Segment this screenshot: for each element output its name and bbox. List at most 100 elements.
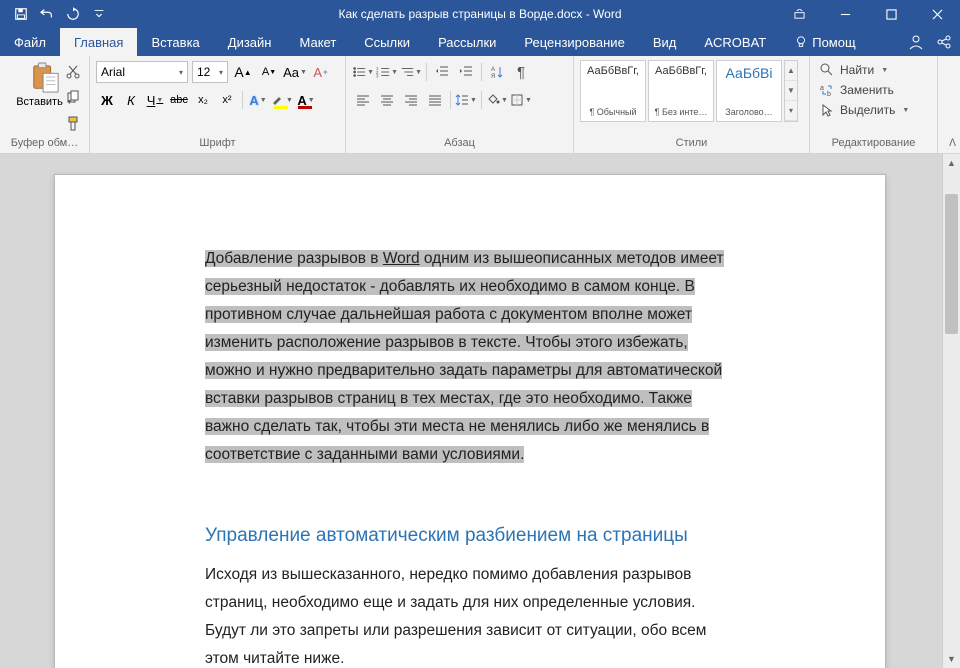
undo-icon bbox=[40, 7, 54, 21]
format-painter-button[interactable] bbox=[63, 114, 83, 134]
ribbon-options-button[interactable] bbox=[776, 0, 822, 28]
brush-icon bbox=[65, 116, 81, 132]
minimize-button[interactable] bbox=[822, 0, 868, 28]
text-effects-button[interactable]: A▼ bbox=[247, 89, 269, 111]
undo-button[interactable] bbox=[34, 0, 60, 28]
scissors-icon bbox=[65, 64, 81, 80]
redo-icon bbox=[66, 7, 80, 21]
chevron-down-icon: ▼ bbox=[501, 97, 508, 104]
save-button[interactable] bbox=[8, 0, 34, 28]
maximize-button[interactable] bbox=[868, 0, 914, 28]
font-name-combo[interactable]: Arial▾ bbox=[96, 61, 188, 83]
select-button[interactable]: Выделить▼ bbox=[816, 100, 931, 120]
document-page[interactable]: Добавление разрывов в Word одним из выше… bbox=[54, 174, 886, 668]
paragraph-selected[interactable]: Добавление разрывов в Word одним из выше… bbox=[205, 245, 735, 469]
borders-button[interactable]: ▼ bbox=[510, 89, 532, 111]
group-font-label: Шрифт bbox=[96, 137, 339, 151]
chevron-down-icon: ▾ bbox=[219, 68, 223, 77]
search-icon bbox=[820, 63, 834, 77]
line-spacing-button[interactable]: ▼ bbox=[455, 89, 477, 111]
outdent-icon bbox=[435, 65, 449, 79]
clear-formatting-button[interactable]: A✦ bbox=[310, 61, 332, 83]
justify-button[interactable] bbox=[424, 89, 446, 111]
tab-file[interactable]: Файл bbox=[0, 28, 60, 56]
italic-button[interactable]: К bbox=[120, 89, 142, 111]
tab-layout[interactable]: Макет bbox=[285, 28, 350, 56]
close-icon bbox=[932, 9, 943, 20]
underline-button[interactable]: Ч▼ bbox=[144, 89, 166, 111]
document-title: Как сделать разрыв страницы в Ворде.docx… bbox=[338, 0, 621, 28]
sort-icon: AЯ bbox=[490, 65, 504, 79]
redo-button[interactable] bbox=[60, 0, 86, 28]
paragraph-body[interactable]: Исходя из вышесказанного, нередко помимо… bbox=[205, 561, 735, 668]
style-heading1[interactable]: АаБбВі Заголово… bbox=[716, 60, 782, 122]
tab-design[interactable]: Дизайн bbox=[214, 28, 286, 56]
scroll-up-button[interactable]: ▲ bbox=[943, 154, 960, 172]
copy-icon bbox=[65, 90, 81, 106]
scroll-down-button[interactable]: ▼ bbox=[943, 650, 960, 668]
chevron-down-icon: ▼ bbox=[881, 67, 888, 74]
align-center-button[interactable] bbox=[376, 89, 398, 111]
align-left-button[interactable] bbox=[352, 89, 374, 111]
paste-label: Вставить bbox=[16, 96, 63, 108]
cut-button[interactable] bbox=[63, 62, 83, 82]
highlight-button[interactable]: ▼ bbox=[271, 89, 293, 111]
chevron-down-icon: ▼ bbox=[525, 97, 532, 104]
collapse-ribbon-button[interactable]: ᐱ bbox=[949, 138, 956, 149]
style-no-spacing[interactable]: АаБбВвГг, ¶ Без инте… bbox=[648, 60, 714, 122]
copy-button[interactable] bbox=[63, 88, 83, 108]
align-right-button[interactable] bbox=[400, 89, 422, 111]
tab-review[interactable]: Рецензирование bbox=[510, 28, 638, 56]
font-color-button[interactable]: A▼ bbox=[295, 89, 317, 111]
tab-acrobat[interactable]: ACROBAT bbox=[690, 28, 780, 56]
subscript-button[interactable]: x₂ bbox=[192, 89, 214, 111]
decrease-indent-button[interactable] bbox=[431, 61, 453, 83]
titlebar: Как сделать разрыв страницы в Ворде.docx… bbox=[0, 0, 960, 28]
style-normal[interactable]: АаБбВвГг, ¶ Обычный bbox=[580, 60, 646, 122]
find-button[interactable]: Найти▼ bbox=[816, 60, 931, 80]
increase-indent-button[interactable] bbox=[455, 61, 477, 83]
justify-icon bbox=[428, 94, 442, 106]
group-clipboard-label: Буфер обм… bbox=[6, 137, 83, 151]
ribbon-options-icon bbox=[794, 9, 805, 20]
sort-button[interactable]: AЯ bbox=[486, 61, 508, 83]
line-spacing-icon bbox=[455, 93, 469, 107]
separator bbox=[481, 63, 482, 81]
shrink-font-button[interactable]: A▼ bbox=[258, 61, 280, 83]
tab-references[interactable]: Ссылки bbox=[350, 28, 424, 56]
tell-me[interactable]: Помощ bbox=[780, 28, 869, 56]
numbering-button[interactable]: 123▼ bbox=[376, 61, 398, 83]
tab-insert[interactable]: Вставка bbox=[137, 28, 213, 56]
share-icon[interactable] bbox=[936, 34, 952, 50]
vertical-scrollbar[interactable]: ▲ ▼ bbox=[942, 154, 960, 668]
replace-icon: ab bbox=[820, 83, 834, 97]
strikethrough-button[interactable]: abc bbox=[168, 89, 190, 111]
tab-view[interactable]: Вид bbox=[639, 28, 691, 56]
replace-button[interactable]: ab Заменить bbox=[816, 80, 931, 100]
align-right-icon bbox=[404, 94, 418, 106]
change-case-button[interactable]: Aa▼ bbox=[284, 61, 306, 83]
heading-2[interactable]: Управление автоматическим разбиением на … bbox=[205, 525, 735, 547]
styles-expand[interactable]: ▾ bbox=[785, 101, 797, 121]
styles-scroll-up[interactable]: ▲ bbox=[785, 61, 797, 81]
group-paragraph-label: Абзац bbox=[352, 137, 567, 151]
svg-text:A: A bbox=[491, 67, 495, 73]
tab-mailings[interactable]: Рассылки bbox=[424, 28, 510, 56]
group-font: Arial▾ 12▾ A▲ A▼ Aa▼ A✦ Ж К Ч▼ abc x₂ x²… bbox=[90, 56, 346, 153]
account-icon[interactable] bbox=[908, 34, 924, 50]
separator bbox=[426, 63, 427, 81]
chevron-down-icon: ▼ bbox=[391, 69, 398, 76]
bullets-button[interactable]: ▼ bbox=[352, 61, 374, 83]
styles-scroll-down[interactable]: ▼ bbox=[785, 81, 797, 101]
tab-home[interactable]: Главная bbox=[60, 28, 137, 56]
bold-button[interactable]: Ж bbox=[96, 89, 118, 111]
multilevel-list-button[interactable]: ▼ bbox=[400, 61, 422, 83]
superscript-button[interactable]: x² bbox=[216, 89, 238, 111]
font-size-combo[interactable]: 12▾ bbox=[192, 61, 228, 83]
qat-customize[interactable] bbox=[86, 0, 112, 28]
grow-font-button[interactable]: A▲ bbox=[232, 61, 254, 83]
close-button[interactable] bbox=[914, 0, 960, 28]
shading-button[interactable]: ▼ bbox=[486, 89, 508, 111]
scroll-thumb[interactable] bbox=[945, 194, 958, 334]
show-marks-button[interactable]: ¶ bbox=[510, 61, 532, 83]
